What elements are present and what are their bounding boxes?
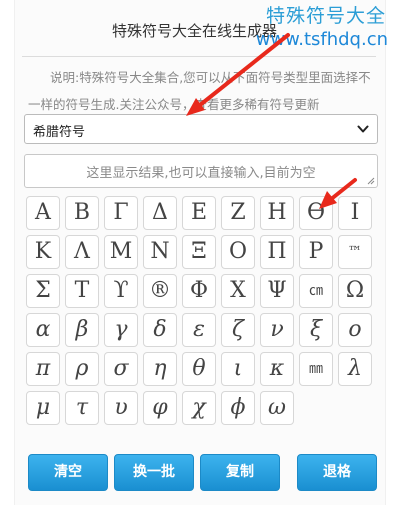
symbol-cell[interactable]: ι (221, 352, 255, 386)
symbol-cell[interactable]: θ (182, 352, 216, 386)
symbol-cell[interactable]: ® (143, 274, 177, 308)
symbol-type-select[interactable]: 希腊符号 (24, 114, 378, 144)
symbol-cell[interactable]: Π (260, 235, 294, 269)
symbol-cell[interactable]: κ (260, 352, 294, 386)
symbol-cell[interactable]: φ (143, 391, 177, 425)
symbol-cell[interactable]: μ (26, 391, 60, 425)
symbol-cell[interactable]: ㎝ (299, 274, 333, 308)
watermark-url: www.tsfhdq.cn (255, 29, 388, 50)
symbol-cell[interactable]: ㎜ (299, 352, 333, 386)
symbol-cell[interactable]: ζ (221, 313, 255, 347)
symbol-cell[interactable]: ϒ (104, 274, 138, 308)
symbol-type-selected: 希腊符号 (33, 125, 86, 140)
watermark-title: 特殊符号大全 (265, 5, 386, 27)
symbol-cell[interactable]: Φ (182, 274, 216, 308)
symbol-cell[interactable]: Ρ (299, 235, 333, 269)
symbol-cell[interactable]: σ (104, 352, 138, 386)
symbol-cell[interactable]: π (26, 352, 60, 386)
symbol-cell[interactable]: λ (338, 352, 372, 386)
shuffle-button[interactable]: 换一批 (114, 454, 194, 491)
symbol-cell[interactable]: Τ (65, 274, 99, 308)
symbol-cell[interactable]: Α (26, 196, 60, 230)
symbol-cell[interactable]: η (143, 352, 177, 386)
symbol-cell[interactable]: τ (65, 391, 99, 425)
page-title: 特殊符号大全在线生成器 (112, 22, 278, 40)
symbol-cell[interactable]: υ (104, 391, 138, 425)
symbol-cell[interactable]: Δ (143, 196, 177, 230)
title-divider (22, 56, 376, 57)
symbol-cell[interactable]: ™ (338, 235, 372, 269)
symbol-cell[interactable]: Ν (143, 235, 177, 269)
symbol-cell[interactable]: Ι (338, 196, 372, 230)
symbol-cell[interactable]: Β (65, 196, 99, 230)
symbol-cell[interactable]: Ο (221, 235, 255, 269)
symbol-cell[interactable]: ο (338, 313, 372, 347)
page: 特殊符号大全在线生成器 特殊符号大全 www.tsfhdq.cn 说明:特殊符号… (0, 0, 396, 505)
symbol-cell[interactable]: ρ (65, 352, 99, 386)
symbol-cell[interactable]: ν (260, 313, 294, 347)
symbol-cell[interactable]: Η (260, 196, 294, 230)
resize-grip-icon[interactable] (366, 176, 375, 185)
symbol-cell[interactable]: ϴ (299, 196, 333, 230)
symbol-cell[interactable]: ξ (299, 313, 333, 347)
symbol-cell[interactable]: ω (260, 391, 294, 425)
symbol-cell[interactable]: Μ (104, 235, 138, 269)
symbol-cell[interactable]: Χ (221, 274, 255, 308)
description-text: 说明:特殊符号大全集合,您可以从下面符号类型里面选择不一样的符号生成.关注公众号… (28, 70, 371, 112)
symbol-cell[interactable]: Γ (104, 196, 138, 230)
symbol-cell[interactable]: Λ (65, 235, 99, 269)
chevron-down-icon (357, 125, 369, 133)
symbol-cell[interactable]: χ (182, 391, 216, 425)
symbol-cell[interactable]: Σ (26, 274, 60, 308)
symbol-cell[interactable]: α (26, 313, 60, 347)
symbol-cell[interactable]: δ (143, 313, 177, 347)
symbol-cell[interactable]: β (65, 313, 99, 347)
copy-button[interactable]: 复制 (200, 454, 280, 491)
symbol-cell[interactable]: ϕ (221, 391, 255, 425)
result-textarea[interactable]: 这里显示结果,也可以直接输入,目前为空 (24, 154, 378, 188)
backspace-button[interactable]: 退格 (297, 454, 377, 491)
symbol-cell[interactable]: Ε (182, 196, 216, 230)
symbol-cell[interactable]: Ξ (182, 235, 216, 269)
symbol-cell[interactable]: Ω (338, 274, 372, 308)
symbol-cell[interactable]: Κ (26, 235, 60, 269)
clear-button[interactable]: 清空 (28, 454, 108, 491)
symbol-cell[interactable]: γ (104, 313, 138, 347)
symbol-cell[interactable]: ε (182, 313, 216, 347)
symbol-cell[interactable]: Ψ (260, 274, 294, 308)
action-buttons: 清空 换一批 复制 退格 (28, 454, 380, 492)
result-placeholder: 这里显示结果,也可以直接输入,目前为空 (86, 166, 316, 181)
symbol-cell[interactable]: Ζ (221, 196, 255, 230)
